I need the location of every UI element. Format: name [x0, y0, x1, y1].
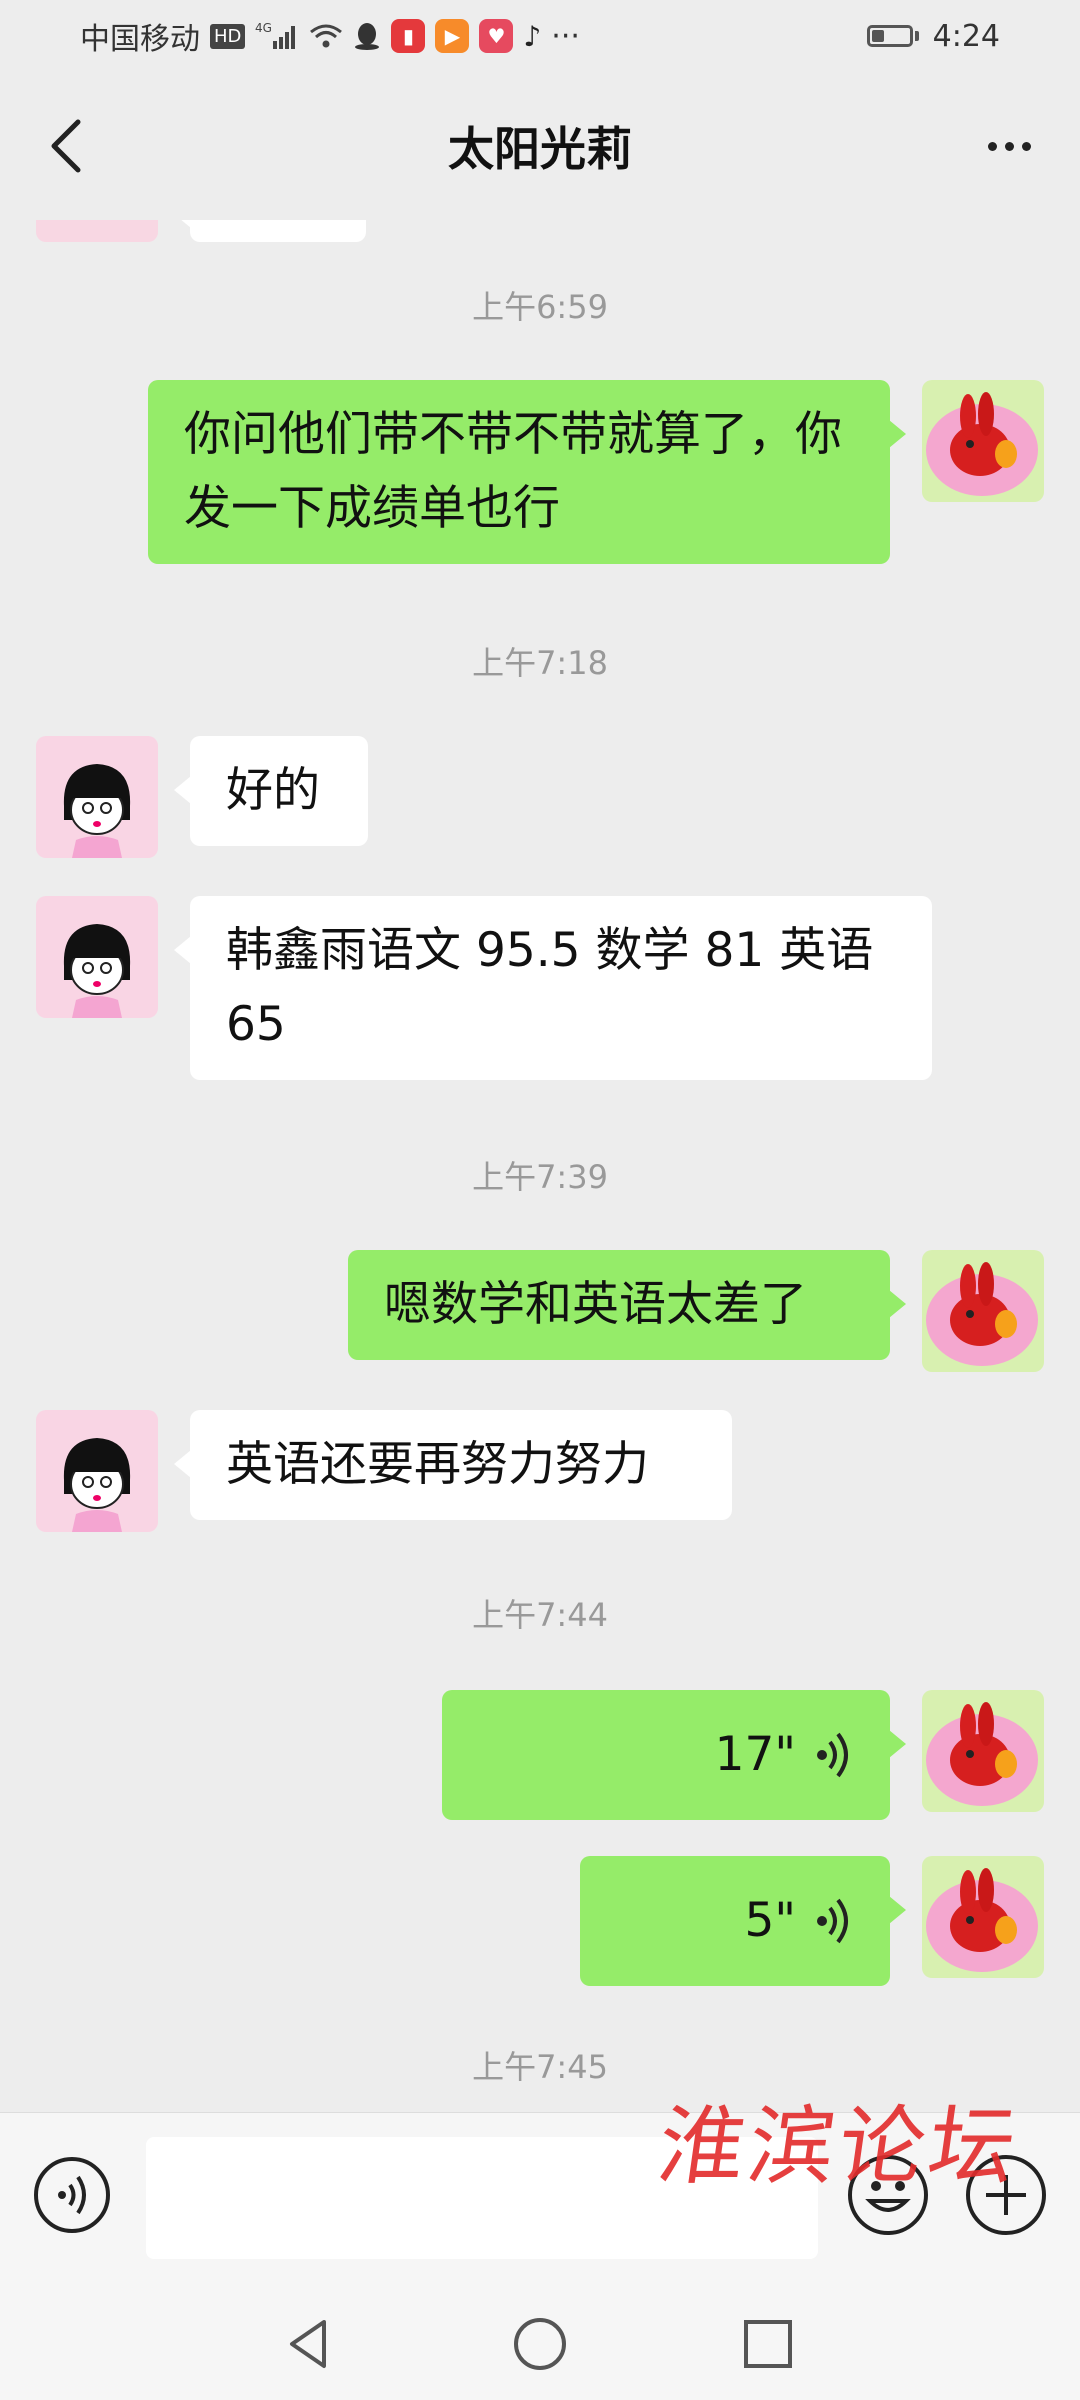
system-navigation-bar — [0, 2284, 1080, 2400]
qq-icon — [353, 21, 381, 51]
contact-avatar[interactable] — [36, 896, 158, 1018]
my-avatar[interactable] — [922, 380, 1044, 502]
chevron-left-icon — [51, 119, 81, 173]
tiktok-icon: ♪ — [523, 19, 542, 53]
timestamp: 上午7:18 — [472, 644, 608, 682]
voice-wave-icon — [817, 1732, 848, 1778]
system-home-button[interactable] — [510, 2314, 570, 2374]
girl-avatar-icon — [36, 736, 158, 858]
status-left: 中国移动 HD 4G ▮ ▶ ♥ ♪ ··· — [80, 14, 580, 58]
message-bubble-received[interactable]: 英语还要再努力努力 — [174, 1410, 732, 1520]
girl-avatar-icon — [36, 896, 158, 1018]
voice-mode-icon — [34, 2157, 110, 2233]
timestamp: 上午7:39 — [472, 1158, 608, 1196]
contact-avatar[interactable] — [36, 220, 158, 242]
voice-duration: 5" — [744, 1893, 796, 1948]
my-avatar[interactable] — [922, 1856, 1044, 1978]
rabbit-avatar-icon — [922, 1856, 1044, 1978]
message-bubble-received[interactable]: 韩鑫雨语文 95.5 数学 81 英语 65 — [174, 896, 932, 1080]
video-app-icon: ▶ — [435, 19, 470, 53]
my-avatar[interactable] — [922, 1250, 1044, 1372]
message-list[interactable]: 上午6:59 你问他们带不带不带就算了，你发一下成绩单也行 上午7:18 好的 — [0, 220, 1080, 2110]
hd-icon: HD — [210, 23, 246, 49]
timestamp: 上午7:44 — [472, 1596, 608, 1634]
carrier-label: 中国移动 — [80, 22, 200, 57]
my-avatar[interactable] — [922, 1690, 1044, 1812]
rabbit-avatar-icon — [922, 1690, 1044, 1812]
triangle-back-icon — [290, 2320, 326, 2368]
voice-duration: 17" — [714, 1727, 796, 1782]
chat-header: 太阳光莉 — [0, 72, 1080, 220]
voice-wave-icon — [817, 1898, 848, 1944]
wifi-icon — [309, 22, 343, 50]
message-text: 英语还要再努力努力 — [226, 1437, 649, 1492]
status-bar: 中国移动 HD 4G ▮ ▶ ♥ ♪ ··· 4:24 — [0, 0, 1080, 72]
forum-watermark: 淮滨论坛 — [651, 2097, 1026, 2197]
svg-text:4G: 4G — [255, 21, 272, 35]
message-bubble-received[interactable]: 好的 — [174, 736, 368, 846]
message-bubble-sent[interactable]: 你问他们带不带不带就算了，你发一下成绩单也行 — [148, 380, 906, 564]
contact-avatar[interactable] — [36, 736, 158, 858]
girl-avatar-icon — [36, 1410, 158, 1532]
circle-home-icon — [514, 2318, 566, 2370]
system-recents-button[interactable] — [738, 2314, 798, 2374]
message-bubble-cut[interactable] — [174, 220, 366, 242]
message-text: 好的 — [226, 763, 320, 818]
voice-message-bubble[interactable]: 17" — [442, 1690, 906, 1820]
voice-input-button[interactable] — [32, 2155, 112, 2235]
more-dot-icon — [987, 141, 997, 151]
more-dot-icon — [1021, 141, 1031, 151]
message-text: 嗯数学和英语太差了 — [384, 1277, 807, 1332]
heart-app-icon: ♥ — [479, 19, 514, 53]
contact-avatar[interactable] — [36, 1410, 158, 1532]
square-recents-icon — [744, 2320, 792, 2368]
message-bubble-sent[interactable]: 嗯数学和英语太差了 — [348, 1250, 906, 1360]
chat-title: 太阳光莉 — [448, 122, 632, 176]
message-text: 你问他们带不带不带就算了，你发一下成绩单也行 — [184, 407, 842, 536]
rabbit-avatar-icon — [922, 380, 1044, 502]
more-notifications: ··· — [551, 18, 580, 54]
rabbit-avatar-icon — [922, 1250, 1044, 1372]
more-options-button[interactable] — [974, 116, 1044, 176]
message-text: 韩鑫雨语文 95.5 数学 81 英语 65 — [226, 923, 874, 1052]
back-button[interactable] — [36, 116, 96, 176]
book-app-icon: ▮ — [391, 19, 426, 53]
system-back-button[interactable] — [280, 2314, 340, 2374]
battery-icon — [866, 25, 919, 47]
signal-icon: 4G — [255, 21, 299, 51]
status-right: 4:24 — [866, 18, 1000, 54]
more-dot-icon — [1004, 141, 1014, 151]
timestamp: 上午6:59 — [472, 288, 608, 326]
voice-message-bubble[interactable]: 5" — [580, 1856, 906, 1986]
clock: 4:24 — [932, 18, 1000, 54]
